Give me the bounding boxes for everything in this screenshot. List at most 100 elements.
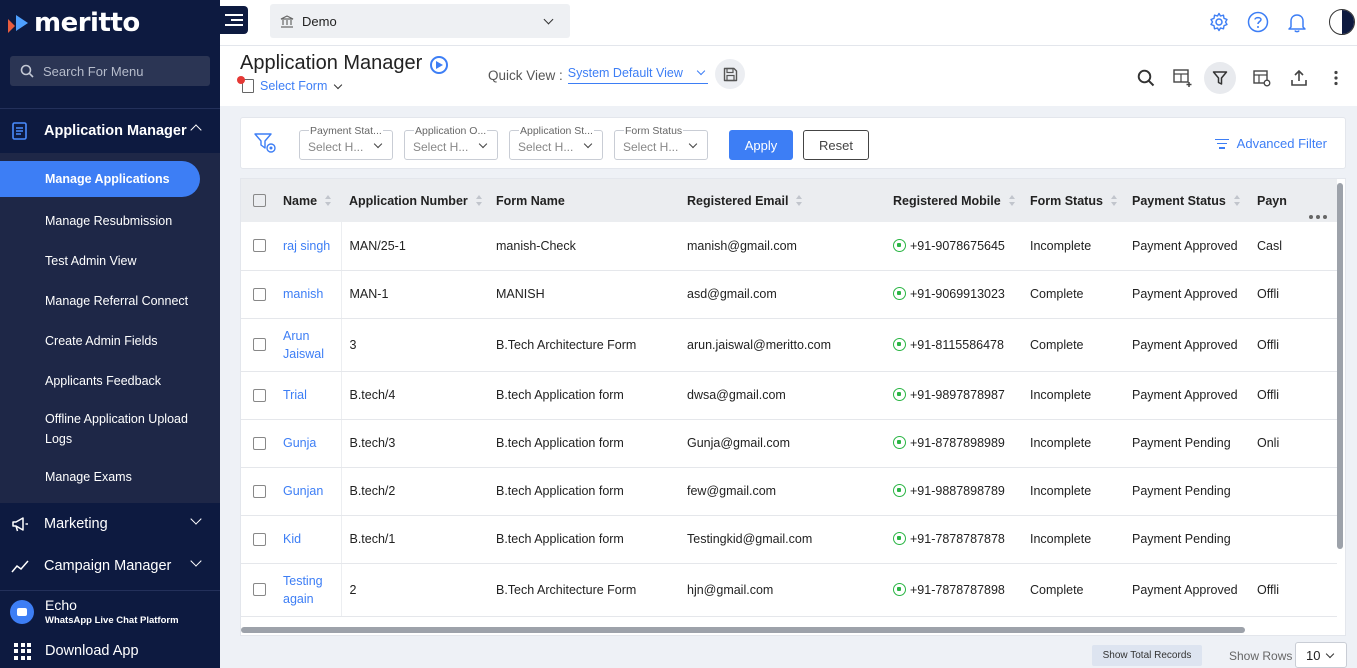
show-total-records-button[interactable]: Show Total Records <box>1092 645 1202 666</box>
whatsapp-icon[interactable] <box>893 337 906 351</box>
row-checkbox[interactable] <box>241 563 275 617</box>
whatsapp-icon[interactable] <box>893 388 906 401</box>
rows-per-page-select[interactable]: 10 <box>1295 642 1347 668</box>
whatsapp-icon[interactable] <box>893 484 906 497</box>
sort-icon[interactable] <box>1008 195 1016 207</box>
sort-icon[interactable] <box>324 195 332 207</box>
sort-icon[interactable] <box>795 195 803 207</box>
chevron-down-icon <box>373 139 383 149</box>
sidebar-item-create-admin-fields[interactable]: Create Admin Fields <box>0 321 220 361</box>
sidebar-item-offline-upload-logs[interactable]: Offline Application Upload Logs <box>0 401 220 457</box>
applicant-name-link[interactable]: raj singh <box>275 222 342 271</box>
whatsapp-icon[interactable] <box>893 436 906 449</box>
applicant-name-link[interactable]: Arun Jaiswal <box>275 318 342 372</box>
whatsapp-icon[interactable] <box>893 238 906 252</box>
sidebar-item-label: Manage Applications <box>45 172 170 186</box>
applicant-name-link[interactable]: Kid <box>275 515 342 564</box>
table-settings-icon[interactable] <box>1251 67 1273 89</box>
whatsapp-icon[interactable] <box>893 582 906 596</box>
upload-icon[interactable] <box>1288 67 1310 89</box>
applicant-name-link[interactable]: Gunjan <box>275 467 342 516</box>
bell-icon[interactable] <box>1285 10 1309 34</box>
sidebar-item-test-admin-view[interactable]: Test Admin View <box>0 241 220 281</box>
table-row[interactable]: raj singh MAN/25-1 manish-Check manish@gmai… <box>241 222 1337 271</box>
select-form-dropdown[interactable]: Select Form <box>242 79 343 93</box>
menu-label: Campaign Manager <box>44 558 172 574</box>
applicant-name-link[interactable]: Gunja <box>275 419 342 468</box>
applicant-name-link[interactable]: Trial <box>275 371 342 420</box>
apply-button[interactable]: Apply <box>729 130 793 160</box>
sidebar-item-manage-exams[interactable]: Manage Exams <box>0 457 220 497</box>
institute-select[interactable]: Demo <box>270 4 570 38</box>
sidebar-item-manage-resubmission[interactable]: Manage Resubmission <box>0 201 220 241</box>
table-row[interactable]: Testing again 2 B.Tech Architecture Form hj… <box>241 563 1337 617</box>
download-app-link[interactable]: Download App <box>0 634 220 668</box>
row-more-icon[interactable] <box>1309 215 1327 219</box>
play-video-icon[interactable] <box>430 56 448 74</box>
help-icon[interactable] <box>1246 10 1270 34</box>
advanced-filter-link[interactable]: Advanced Filter <box>1214 136 1327 151</box>
sidebar-item-applicants-feedback[interactable]: Applicants Feedback <box>0 361 220 401</box>
select-all-checkbox[interactable] <box>241 179 275 222</box>
whatsapp-icon[interactable] <box>893 532 906 545</box>
form-status-filter[interactable]: Form Status Select H... <box>614 125 708 160</box>
sidebar-item-manage-applications[interactable]: Manage Applications <box>0 161 200 197</box>
payment-mode-cell: Offli <box>1249 371 1337 420</box>
sidebar-item-manage-referral-connect[interactable]: Manage Referral Connect <box>0 281 220 321</box>
table-row[interactable]: Gunjan B.tech/2 B.tech Application form few… <box>241 467 1337 516</box>
meritto-logo[interactable]: meritto <box>0 0 220 46</box>
reset-button[interactable]: Reset <box>803 130 869 160</box>
menu-campaign-manager[interactable]: Campaign Manager <box>0 545 220 587</box>
row-checkbox[interactable] <box>241 318 275 372</box>
payment-status-cell: Payment Pending <box>1124 467 1249 516</box>
more-icon[interactable] <box>1325 67 1347 89</box>
menu-application-manager[interactable]: Application Manager <box>0 109 220 153</box>
row-checkbox[interactable] <box>241 222 275 271</box>
save-view-button[interactable] <box>715 59 745 89</box>
column-header-form-status[interactable]: Form Status <box>1022 179 1124 222</box>
search-icon[interactable] <box>1135 67 1157 89</box>
row-checkbox[interactable] <box>241 467 275 516</box>
menu-search-input[interactable]: Search For Menu <box>10 56 210 86</box>
payment-status-cell: Payment Pending <box>1124 419 1249 468</box>
column-header-application-number[interactable]: Application Number <box>341 179 488 222</box>
settings-icon[interactable] <box>1207 10 1231 34</box>
table-row[interactable]: Arun Jaiswal 3 B.Tech Architecture Form aru… <box>241 318 1337 372</box>
table-row[interactable]: manish MAN-1 MANISH asd@gmail.com +91-906991… <box>241 270 1337 319</box>
column-header-form-name[interactable]: Form Name <box>488 179 679 222</box>
column-header-registered-email[interactable]: Registered Email <box>679 179 885 222</box>
vertical-scrollbar[interactable] <box>1337 183 1343 549</box>
mobile-number: +91-9069913023 <box>910 287 1005 301</box>
row-checkbox[interactable] <box>241 419 275 468</box>
institution-icon <box>280 14 294 28</box>
application-origin-filter[interactable]: Application O... Select H... <box>404 125 498 160</box>
filter-icon[interactable] <box>1204 62 1236 94</box>
table-row[interactable]: Gunja B.tech/3 B.tech Application form Gunj… <box>241 419 1337 468</box>
hamburger-menu-icon[interactable] <box>220 6 248 34</box>
row-checkbox[interactable] <box>241 515 275 564</box>
quick-view-select[interactable]: System Default View <box>567 66 708 84</box>
filter-value: Select H... <box>308 140 364 154</box>
column-header-name[interactable]: Name <box>275 179 341 222</box>
avatar[interactable] <box>1329 9 1355 35</box>
echo-link[interactable]: Echo WhatsApp Live Chat Platform <box>0 590 220 632</box>
whatsapp-icon[interactable] <box>893 287 906 300</box>
table-row[interactable]: Trial B.tech/4 B.tech Application form dwsa… <box>241 371 1337 420</box>
row-checkbox[interactable] <box>241 270 275 319</box>
row-checkbox[interactable] <box>241 371 275 420</box>
applicant-name-link[interactable]: manish <box>275 270 342 319</box>
menu-marketing[interactable]: Marketing <box>0 503 220 545</box>
sort-icon[interactable] <box>475 195 483 207</box>
application-stage-filter[interactable]: Application St... Select H... <box>509 125 603 160</box>
add-column-icon[interactable] <box>1172 67 1194 89</box>
chevron-up-icon <box>190 124 202 136</box>
column-header-registered-mobile[interactable]: Registered Mobile <box>885 179 1022 222</box>
email-cell: manish@gmail.com <box>679 222 885 271</box>
applicant-name-link[interactable]: Testing again <box>275 563 342 617</box>
horizontal-scrollbar[interactable] <box>241 627 1245 633</box>
sort-icon[interactable] <box>1233 195 1241 207</box>
table-row[interactable]: Kid B.tech/1 B.tech Application form Testin… <box>241 515 1337 564</box>
payment-status-filter[interactable]: Payment Stat... Select H... <box>299 125 393 160</box>
column-header-payment-status[interactable]: Payment Status <box>1124 179 1249 222</box>
sort-icon[interactable] <box>1110 195 1118 207</box>
